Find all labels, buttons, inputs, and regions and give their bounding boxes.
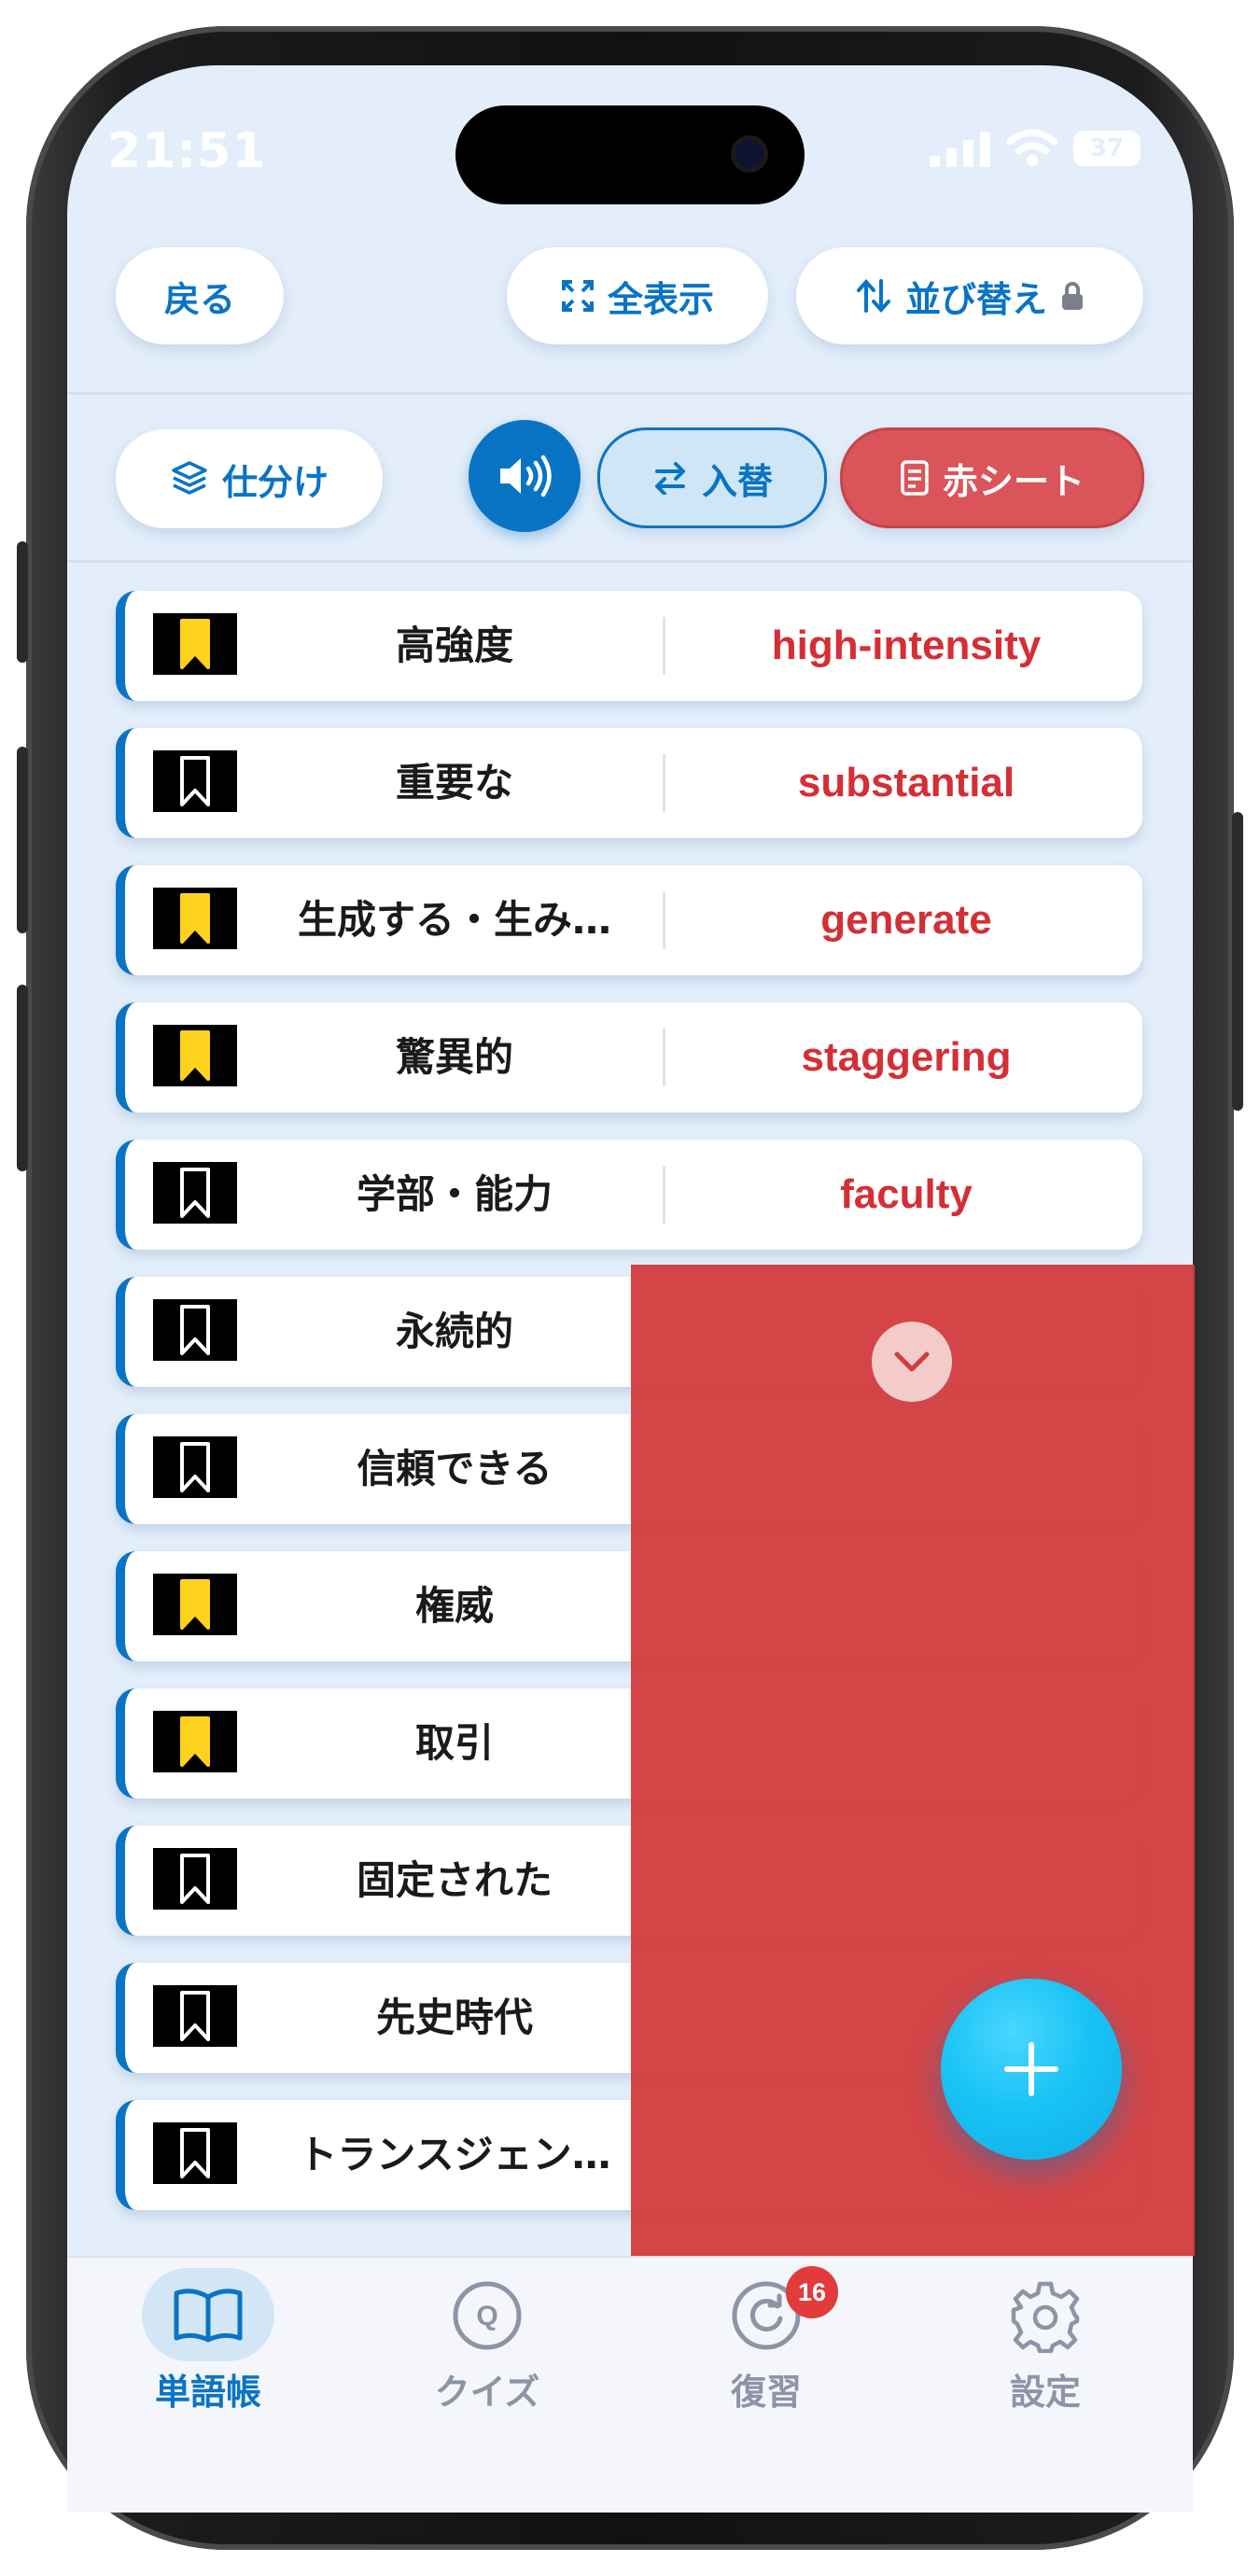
row-divider	[663, 1029, 665, 1086]
bookmark-filled-icon[interactable]	[153, 1025, 237, 1086]
row-divider	[663, 891, 665, 949]
word-english: substantial	[797, 760, 1015, 805]
front-camera	[735, 140, 763, 168]
expand-icon	[561, 280, 594, 312]
back-button[interactable]: 戻る	[116, 247, 284, 344]
fullscreen-label: 全表示	[607, 278, 714, 320]
side-button-left-3	[17, 985, 28, 1171]
word-english: staggering	[801, 1034, 1012, 1080]
word-japanese: トランスジェン…	[298, 2132, 611, 2177]
word-japanese: 高強度	[395, 623, 513, 668]
gear-icon	[1011, 2281, 1080, 2353]
bookmark-filled-icon[interactable]	[153, 1574, 237, 1635]
swap-button[interactable]: 入替	[597, 427, 827, 528]
wifi-icon	[1006, 129, 1058, 166]
svg-text:Q: Q	[476, 2301, 497, 2331]
signal-icon	[930, 132, 990, 167]
sheet-icon	[901, 460, 929, 496]
word-japanese: 固定された	[356, 1857, 553, 1903]
status-icons: 37	[930, 129, 1141, 168]
word-japanese: 権威	[414, 1583, 494, 1629]
row-divider	[663, 1166, 665, 1224]
sort-label: 並び替え	[904, 278, 1047, 320]
plus-icon	[1004, 2042, 1058, 2096]
word-japanese: 信頼できる	[357, 1446, 553, 1491]
bookmark-outline-icon[interactable]	[153, 1985, 237, 2047]
bookmark-outline-icon[interactable]	[153, 1848, 237, 1910]
side-button-right	[1232, 812, 1243, 1111]
lock-icon	[1062, 282, 1083, 310]
word-row[interactable]: 驚異的 staggering	[116, 1002, 1142, 1113]
side-button-left-2	[17, 747, 28, 933]
battery-indicator: 37	[1073, 131, 1141, 166]
word-row[interactable]: 生成する・生み… generate	[116, 865, 1142, 975]
bookmark-filled-icon[interactable]	[153, 888, 237, 949]
side-button-left-1	[17, 541, 28, 663]
word-english: faculty	[840, 1171, 973, 1217]
bookmark-outline-icon[interactable]	[153, 1436, 237, 1498]
review-count-badge: 16	[786, 2266, 838, 2318]
bookmark-outline-icon[interactable]	[153, 1299, 237, 1361]
bookmark-outline-icon[interactable]	[153, 1162, 237, 1224]
word-row[interactable]: 高強度 high-intensity	[116, 591, 1142, 701]
swap-icon	[654, 462, 685, 495]
tab-wordbook-label: 単語帳	[154, 2372, 261, 2413]
toolbar-divider	[67, 392, 1193, 395]
word-row[interactable]: 学部・能力 faculty	[116, 1140, 1142, 1250]
speaker-icon	[500, 455, 552, 497]
word-japanese: 永続的	[395, 1309, 513, 1354]
sort-filter-button[interactable]: 仕分け	[116, 429, 383, 528]
tab-review-label: 復習	[730, 2372, 802, 2413]
row-divider	[663, 754, 665, 812]
fullscreen-button[interactable]: 全表示	[507, 247, 768, 344]
status-time: 21:51	[107, 123, 267, 179]
word-row[interactable]: 重要な substantial	[116, 728, 1142, 838]
word-japanese: 取引	[414, 1720, 494, 1766]
layers-icon	[172, 461, 207, 495]
red-sheet-handle[interactable]	[872, 1322, 952, 1402]
audio-button[interactable]	[469, 420, 581, 532]
tab-review[interactable]: 復習	[664, 2274, 869, 2415]
redsheet-label: 赤シート	[942, 460, 1085, 502]
sort-button[interactable]: 並び替え	[796, 247, 1143, 344]
bookmark-outline-icon[interactable]	[153, 750, 237, 812]
sort-filter-label: 仕分け	[221, 461, 329, 503]
tab-settings-label: 設定	[1009, 2372, 1081, 2413]
swap-label: 入替	[701, 460, 773, 502]
word-japanese: 重要な	[395, 760, 513, 805]
word-english: high-intensity	[771, 623, 1042, 668]
tab-settings[interactable]: 設定	[943, 2274, 1148, 2415]
chevron-down-icon	[894, 1351, 930, 1372]
book-icon	[174, 2289, 243, 2343]
word-japanese: 学部・能力	[356, 1171, 553, 1217]
word-japanese: 生成する・生み…	[297, 897, 611, 943]
word-japanese: 驚異的	[395, 1034, 513, 1080]
tab-quiz[interactable]: Q クイズ	[385, 2274, 590, 2415]
bookmark-filled-icon[interactable]	[153, 1711, 237, 1772]
tab-wordbook[interactable]: 単語帳	[105, 2274, 311, 2415]
word-japanese: 先史時代	[375, 1995, 533, 2040]
arrows-updown-icon	[856, 278, 890, 314]
actions-divider	[67, 560, 1193, 563]
bookmark-filled-icon[interactable]	[153, 613, 237, 675]
word-english: generate	[820, 897, 992, 943]
add-word-button[interactable]	[941, 1979, 1122, 2160]
tab-quiz-label: クイズ	[434, 2372, 540, 2413]
bookmark-outline-icon[interactable]	[153, 2122, 237, 2184]
back-label: 戻る	[163, 278, 235, 320]
redsheet-button[interactable]: 赤シート	[840, 427, 1144, 528]
quiz-icon: Q	[453, 2281, 522, 2350]
row-divider	[663, 617, 665, 675]
